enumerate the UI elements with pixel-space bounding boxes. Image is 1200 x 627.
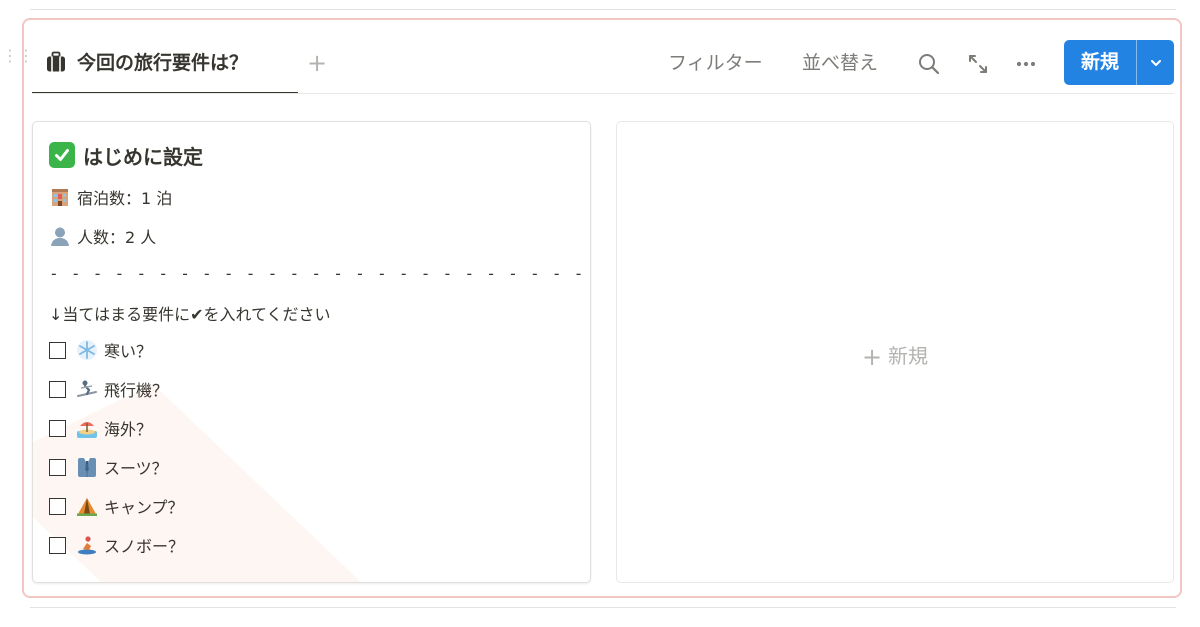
tab-travel-requirements[interactable]: 今回の旅行要件は？ xyxy=(32,46,298,94)
checklist-item-camping: キャンプ？ xyxy=(49,493,184,519)
checklist-item-overseas: 海外？ xyxy=(49,415,152,441)
checklist-label: 海外？ xyxy=(104,420,153,439)
more-icon[interactable] xyxy=(1013,51,1039,77)
checklist-label: 寒い？ xyxy=(104,342,153,361)
person-emoji-icon xyxy=(51,227,69,246)
top-divider xyxy=(30,9,1176,10)
checkbox[interactable] xyxy=(49,419,66,437)
checkbox[interactable] xyxy=(49,536,66,554)
filter-button[interactable]: フィルター xyxy=(668,50,763,76)
tab-label: 今回の旅行要件は？ xyxy=(77,52,249,74)
checklist-label: キャンプ？ xyxy=(104,498,184,517)
checklist-item-snowboard: スノボー？ xyxy=(49,532,184,558)
checkbox[interactable] xyxy=(49,380,66,398)
hotel-emoji-icon xyxy=(52,189,68,206)
bottom-divider xyxy=(30,607,1176,608)
nights-line: 宿泊数：1 泊 xyxy=(49,184,172,210)
beach-emoji-icon xyxy=(77,422,97,438)
tent-emoji-icon xyxy=(77,498,97,516)
search-icon[interactable] xyxy=(916,51,942,77)
expand-icon[interactable] xyxy=(965,51,991,77)
add-view-button[interactable]: + xyxy=(306,48,328,78)
card-divider-text: - - - - - - - - - - - - - - - - - - - - … xyxy=(49,264,591,283)
checklist-label: スノボー？ xyxy=(104,537,185,556)
drag-handle-icon[interactable]: ⋮⋮ xyxy=(2,44,34,68)
sort-button[interactable]: 並べ替え xyxy=(802,50,878,76)
plus-icon: + xyxy=(861,343,883,371)
new-button-group: 新規 xyxy=(1064,40,1174,85)
checklist-label: スーツ？ xyxy=(104,459,168,478)
card-title-text: はじめに設定 xyxy=(83,144,203,169)
new-dropdown-button[interactable] xyxy=(1136,40,1174,85)
card-title: はじめに設定 xyxy=(49,140,203,170)
people-line: 人数：2 人 xyxy=(49,223,156,249)
snowflake-emoji-icon xyxy=(77,340,97,360)
new-button[interactable]: 新規 xyxy=(1064,40,1136,85)
checklist-item-cold: 寒い？ xyxy=(49,337,152,363)
add-card-button[interactable]: + 新規 xyxy=(617,340,1173,371)
board-card[interactable]: はじめに設定 宿泊数：1 泊 人数：2 人 - - - - - - - - - … xyxy=(32,121,591,583)
people-text: 人数：2 人 xyxy=(77,228,157,247)
nights-text: 宿泊数：1 泊 xyxy=(77,189,173,208)
instruction-text: ↓当てはまる要件に✔︎を入れてください xyxy=(49,305,331,324)
suit-emoji-icon xyxy=(78,458,96,477)
checkbox[interactable] xyxy=(49,341,66,359)
snowboarder-emoji-icon xyxy=(78,536,96,555)
checklist-label: 飛行機？ xyxy=(104,381,169,400)
checkbox[interactable] xyxy=(49,458,66,476)
checkbox[interactable] xyxy=(49,497,66,515)
tab-bar-divider xyxy=(32,93,1174,94)
luggage-icon xyxy=(47,51,65,72)
check-mark-emoji-icon xyxy=(49,142,75,168)
checklist-item-suit: スーツ？ xyxy=(49,454,168,480)
skier-emoji-icon xyxy=(77,380,97,397)
checklist-item-airplane: 飛行機？ xyxy=(49,376,168,402)
add-card-label: 新規 xyxy=(888,344,929,368)
empty-board-column: + 新規 xyxy=(616,121,1174,583)
chevron-down-icon xyxy=(1150,59,1161,66)
